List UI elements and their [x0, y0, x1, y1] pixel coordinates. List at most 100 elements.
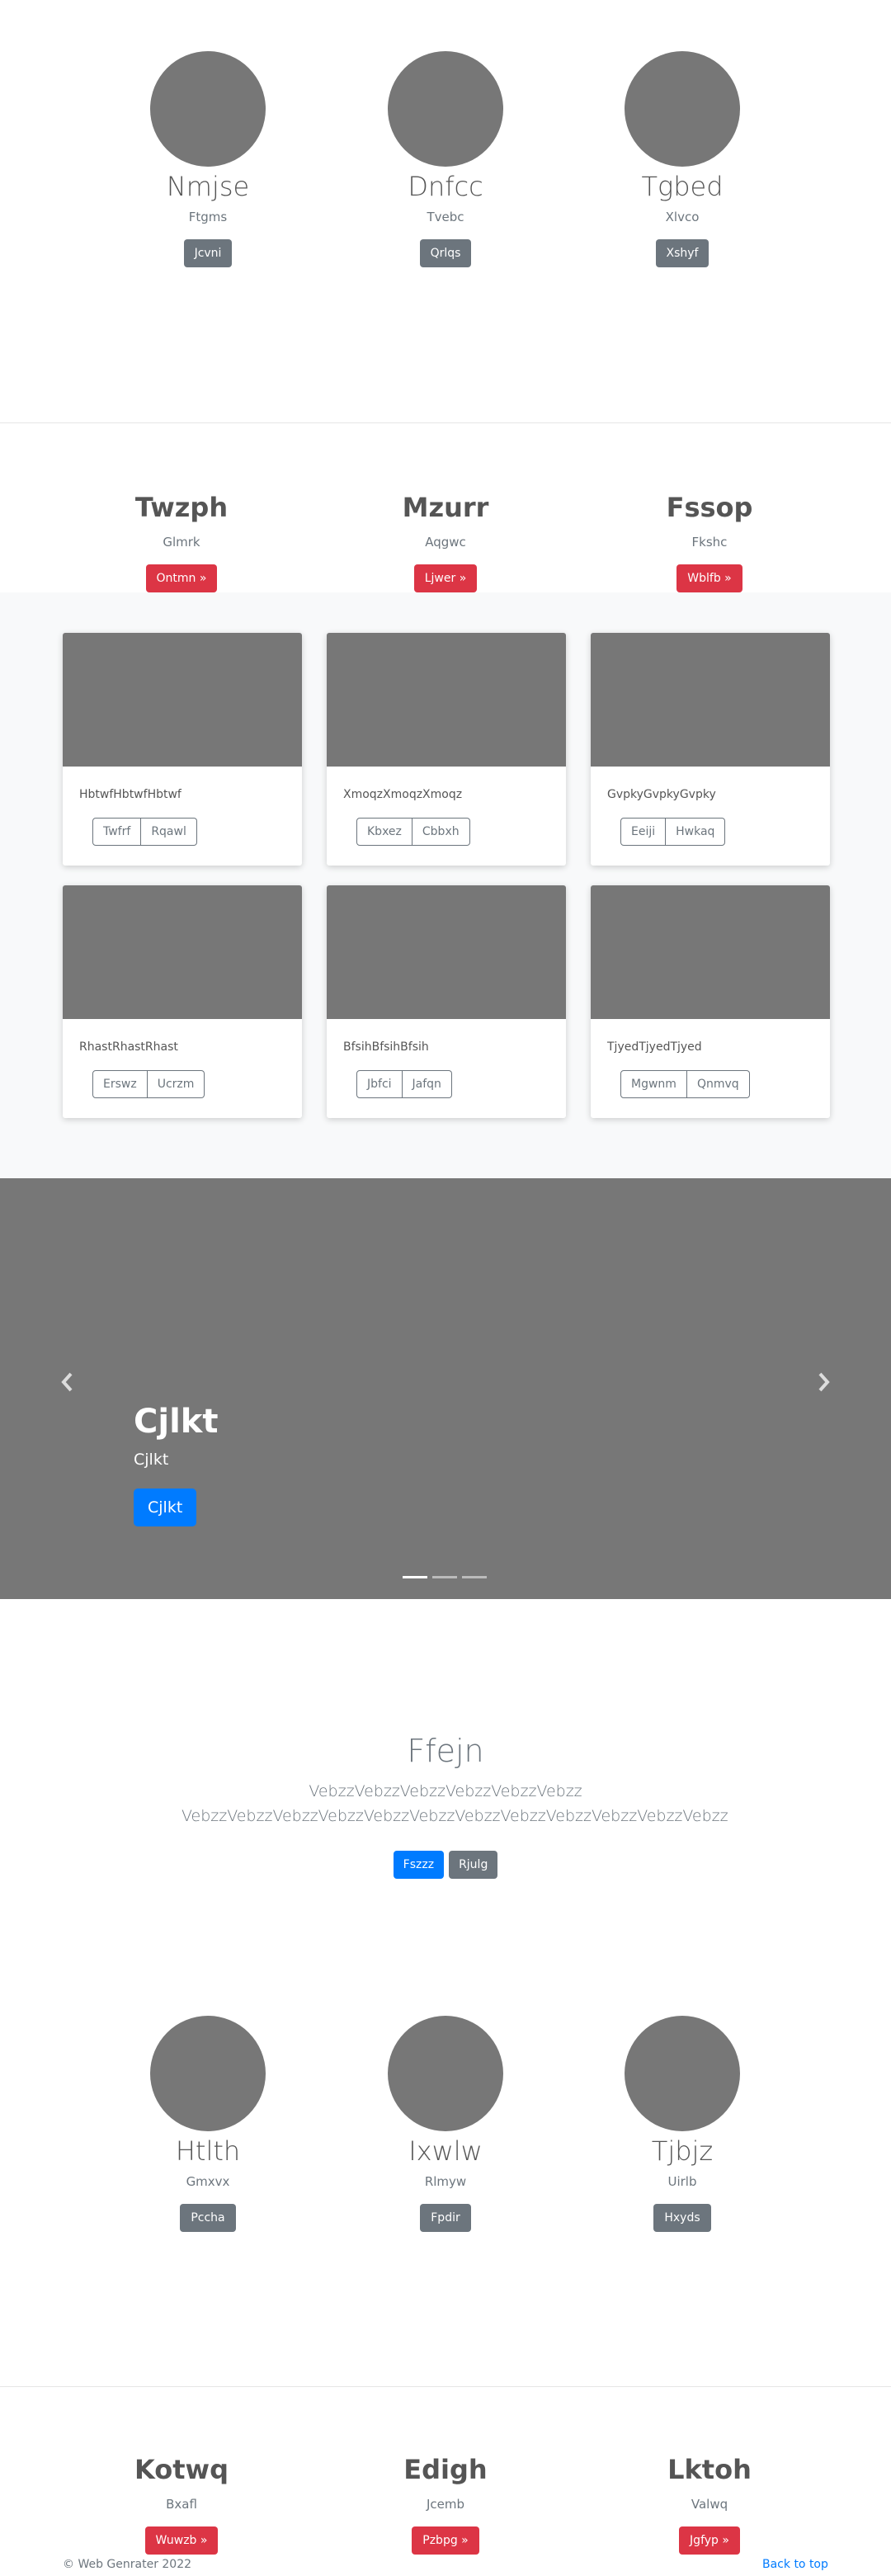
heading-button[interactable]: Pzbpg » — [412, 2526, 479, 2555]
profile-subtitle: Gmxvx — [186, 2173, 230, 2189]
profile-2: Dnfcc Tvebc Qrlqs — [327, 51, 564, 267]
card-button[interactable]: Twfrf — [92, 818, 142, 846]
chevron-right-icon[interactable] — [813, 1370, 833, 1394]
carousel-subtitle: Cjlkt — [134, 1451, 169, 1469]
heading-col-6: Lktoh Valwq Jgfyp » — [586, 2454, 833, 2555]
profile-subtitle: Tvebc — [427, 209, 464, 224]
card-text: BfsihBfsihBfsih — [343, 1040, 429, 1054]
heading-title: Twzph — [134, 492, 229, 523]
card-4: RhastRhastRhast Erswz Ucrzm — [63, 885, 302, 1118]
profile-name: Dnfcc — [408, 171, 483, 202]
profile-subtitle: Ftgms — [188, 209, 228, 224]
profile-name: Htlth — [175, 2135, 241, 2167]
avatar — [625, 2016, 740, 2131]
profile-6: Tjbjz Uirlb Hxyds — [563, 2016, 801, 2232]
carousel-indicator[interactable] — [403, 1576, 427, 1578]
card-button-group: Twfrf Rqawl — [92, 818, 197, 846]
profile-button[interactable]: Qrlqs — [419, 238, 472, 267]
avatar — [388, 2016, 503, 2131]
heading-title: Mzurr — [402, 492, 489, 523]
heading-subtitle: Bxafl — [166, 2497, 197, 2512]
profile-button[interactable]: Pccha — [180, 2203, 236, 2232]
heading-col-4: Kotwq Bxafl Wuwzb » — [58, 2454, 305, 2555]
heading-col-5: Edigh Jcemb Pzbpg » — [322, 2454, 569, 2555]
card-text: GvpkyGvpkyGvpky — [607, 788, 716, 801]
carousel-button[interactable]: Cjlkt — [134, 1489, 197, 1526]
chevron-left-icon[interactable] — [58, 1370, 78, 1394]
carousel-title: Cjlkt — [134, 1403, 219, 1441]
carousel: Cjlkt Cjlkt Cjlkt — [0, 1178, 891, 1599]
card-6: TjyedTjyedTjyed Mgwnm Qnmvq — [591, 885, 830, 1118]
profile-name: Ixwlw — [408, 2135, 483, 2167]
profile-3: Tgbed Xlvco Xshyf — [563, 51, 801, 267]
heading-subtitle: Glmrk — [163, 535, 200, 550]
heading-col-1: Twzph Glmrk Ontmn » — [58, 492, 305, 593]
card-button[interactable]: Jbfci — [356, 1070, 403, 1098]
heading-title: Kotwq — [134, 2454, 229, 2485]
card-button[interactable]: Hwkaq — [666, 818, 726, 846]
card-text: HbtwfHbtwfHbtwf — [79, 788, 182, 801]
card-button-group: Jbfci Jafqn — [356, 1070, 452, 1098]
heading-button[interactable]: Ljwer » — [413, 564, 478, 593]
jumbotron-title: Ffejn — [407, 1733, 484, 1769]
avatar — [388, 51, 503, 167]
profile-subtitle: Uirlb — [667, 2173, 697, 2189]
heading-button[interactable]: Wuwzb » — [144, 2526, 219, 2555]
card-image — [63, 633, 302, 767]
back-to-top-link[interactable]: Back to top — [762, 2558, 828, 2571]
jumbotron-lead: VebzzVebzzVebzzVebzzVebzzVebzz VebzzVebz… — [182, 1782, 728, 1826]
profile-subtitle: Rlmyw — [424, 2173, 467, 2189]
card-image — [591, 633, 830, 767]
profile-5: Ixwlw Rlmyw Fpdir — [327, 2016, 564, 2232]
heading-subtitle: Jcemb — [426, 2497, 465, 2512]
profile-subtitle: Xlvco — [665, 209, 700, 224]
card-image — [327, 633, 566, 767]
avatar — [150, 51, 266, 167]
card-button[interactable]: Qnmvq — [686, 1070, 750, 1098]
card-button[interactable]: Jafqn — [402, 1070, 452, 1098]
profile-button[interactable]: Xshyf — [655, 238, 710, 267]
card-5: BfsihBfsihBfsih Jbfci Jafqn — [327, 885, 566, 1118]
card-2: XmoqzXmoqzXmoqz Kbxez Cbbxh — [327, 633, 566, 866]
profile-1: Nmjse Ftgms Jcvni — [89, 51, 327, 267]
footer-copyright: © Web Genrater 2022 — [63, 2558, 192, 2571]
card-3: GvpkyGvpkyGvpky Eeiji Hwkaq — [591, 633, 830, 866]
heading-subtitle: Fkshc — [691, 535, 728, 550]
heading-subtitle: Valwq — [691, 2497, 728, 2512]
card-text: RhastRhastRhast — [79, 1040, 178, 1054]
profile-button[interactable]: Jcvni — [183, 238, 233, 267]
card-image — [327, 885, 566, 1019]
card-button[interactable]: Mgwnm — [620, 1070, 687, 1098]
profile-name: Nmjse — [166, 171, 250, 202]
heading-button[interactable]: Ontmn » — [145, 564, 218, 593]
card-1: HbtwfHbtwfHbtwf Twfrf Rqawl — [63, 633, 302, 866]
heading-subtitle: Aqgwc — [425, 535, 466, 550]
card-button[interactable]: Erswz — [92, 1070, 148, 1098]
card-button[interactable]: Cbbxh — [412, 818, 470, 846]
jumbotron-secondary-button[interactable]: Rjulg — [449, 1850, 498, 1879]
section-divider — [0, 2386, 891, 2387]
profile-name: Tgbed — [641, 171, 724, 202]
carousel-indicator[interactable] — [462, 1576, 487, 1578]
heading-button[interactable]: Jgfyp » — [679, 2526, 740, 2555]
card-image — [63, 885, 302, 1019]
card-button[interactable]: Kbxez — [356, 818, 412, 846]
heading-col-3: Fssop Fkshc Wblfb » — [586, 492, 833, 593]
card-button[interactable]: Ucrzm — [147, 1070, 205, 1098]
profile-button[interactable]: Hxyds — [653, 2203, 711, 2232]
card-button[interactable]: Rqawl — [141, 818, 197, 846]
card-button-group: Eeiji Hwkaq — [620, 818, 726, 846]
heading-button[interactable]: Wblfb » — [676, 564, 742, 593]
card-text: XmoqzXmoqzXmoqz — [343, 788, 463, 801]
heading-col-2: Mzurr Aqgwc Ljwer » — [322, 492, 569, 593]
card-text: TjyedTjyedTjyed — [607, 1040, 702, 1054]
carousel-indicators — [403, 1576, 487, 1578]
profile-button[interactable]: Fpdir — [420, 2203, 471, 2232]
heading-title: Lktoh — [667, 2454, 752, 2485]
carousel-indicator[interactable] — [432, 1576, 457, 1578]
jumbotron-primary-button[interactable]: Fszzz — [393, 1850, 445, 1879]
card-button[interactable]: Eeiji — [620, 818, 667, 846]
avatar — [625, 51, 740, 167]
heading-title: Edigh — [403, 2454, 488, 2485]
card-button-group: Kbxez Cbbxh — [356, 818, 470, 846]
